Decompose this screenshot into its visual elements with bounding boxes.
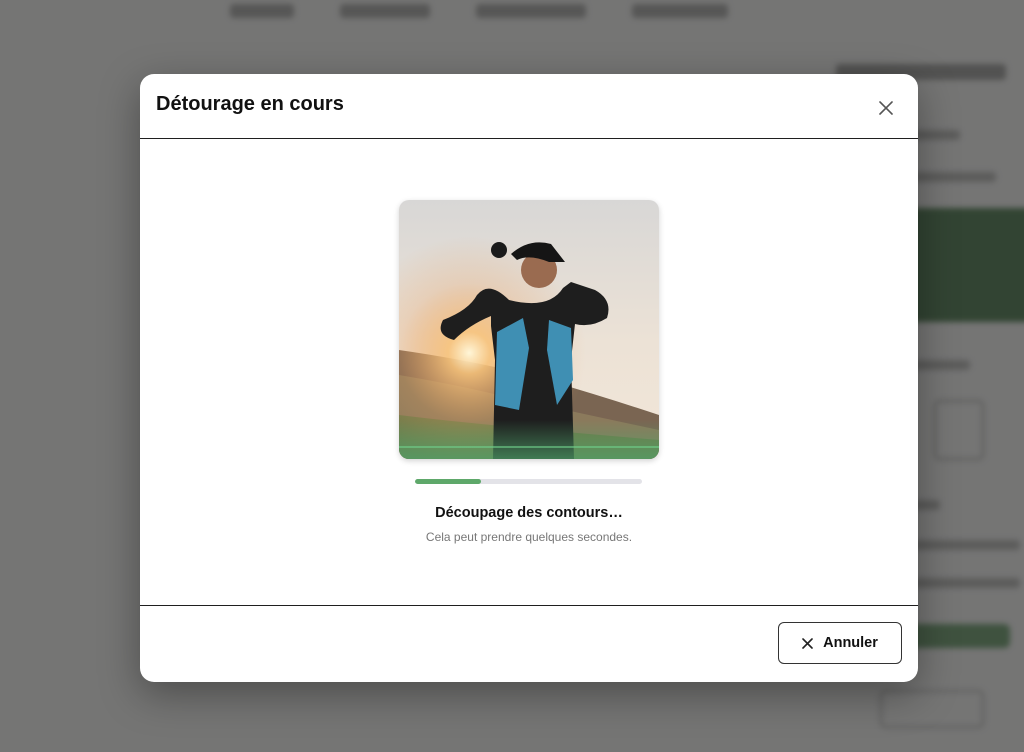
progress-bar (415, 479, 642, 484)
status-text: Découpage des contours… (435, 505, 623, 521)
cutout-dialog: Détourage en cours Découpage des contour… (140, 74, 918, 682)
cancel-label: Annuler (823, 635, 878, 651)
status-subtext: Cela peut prendre quelques secondes. (425, 530, 633, 544)
dialog-body: Découpage des contours… Cela peut prendr… (140, 139, 918, 606)
dialog-header: Détourage en cours (140, 74, 918, 139)
close-icon (879, 101, 893, 115)
dialog-footer: Annuler (140, 606, 918, 682)
runner-photo (399, 200, 659, 459)
close-button[interactable] (874, 96, 898, 120)
cancel-button[interactable]: Annuler (778, 622, 902, 664)
dialog-title: Détourage en cours (156, 93, 344, 115)
photo-preview (399, 200, 659, 459)
progress-fill (415, 479, 481, 484)
close-icon (802, 637, 813, 649)
